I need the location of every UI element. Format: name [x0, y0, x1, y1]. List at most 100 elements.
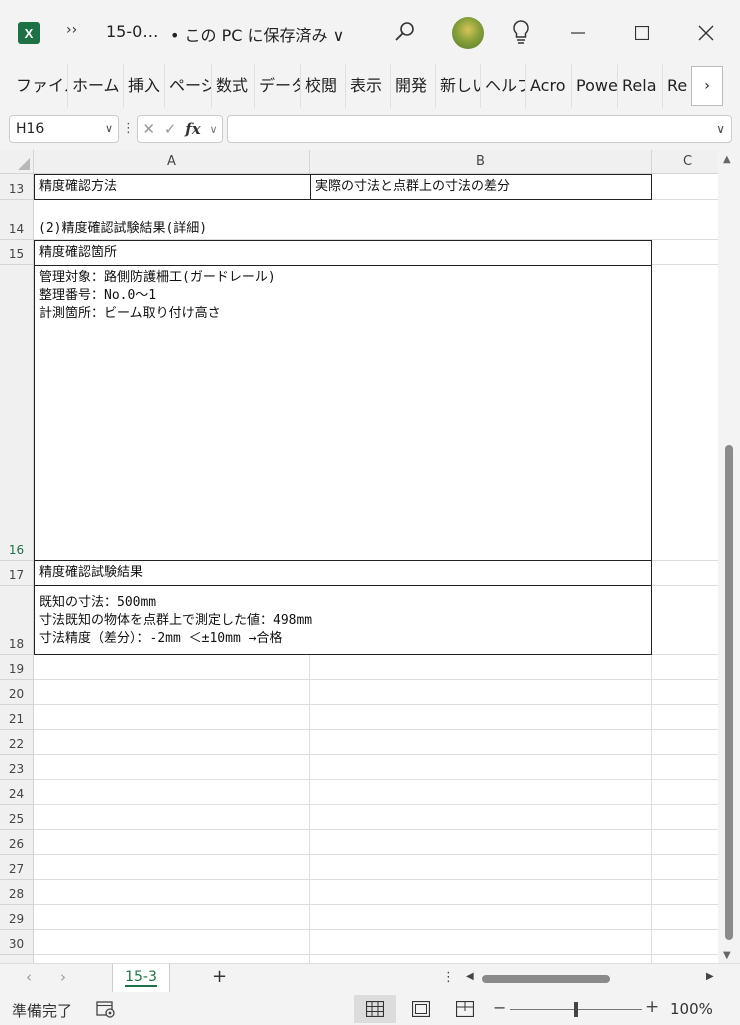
cell-b19[interactable]: [310, 655, 652, 680]
cell-a16[interactable]: 管理対象：路側防護柵工(ガードレール) 整理番号：No.0～1 計測箇所：ビーム…: [34, 265, 652, 561]
tab-formulas[interactable]: 数式: [212, 64, 255, 108]
cancel-icon[interactable]: ✕: [142, 120, 155, 138]
tab-rela[interactable]: Rela: [618, 64, 663, 108]
horizontal-scroll-thumb[interactable]: [482, 975, 610, 983]
cell-b26[interactable]: [310, 830, 652, 855]
cell-a15[interactable]: 精度確認箇所: [34, 240, 652, 266]
ribbon-more-button[interactable]: ›: [691, 66, 723, 106]
column-header-c[interactable]: C: [652, 150, 718, 174]
tab-re[interactable]: Re: [663, 64, 687, 108]
name-box[interactable]: H16 ∨: [9, 115, 119, 143]
cell-a20[interactable]: [34, 680, 310, 705]
confirm-icon[interactable]: ✓: [164, 120, 177, 138]
cell-c-partial[interactable]: [652, 955, 718, 963]
cell-a28[interactable]: [34, 880, 310, 905]
cell-a21[interactable]: [34, 705, 310, 730]
cell-c29[interactable]: [652, 905, 718, 930]
cell-b27[interactable]: [310, 855, 652, 880]
row-header-18[interactable]: 18: [0, 586, 34, 655]
close-icon[interactable]: [690, 18, 722, 48]
minimize-icon[interactable]: [562, 18, 594, 48]
tab-view[interactable]: 表示: [346, 64, 391, 108]
row-header-15[interactable]: 15: [0, 240, 34, 265]
zoom-in-button[interactable]: +: [645, 997, 659, 1017]
scroll-right-icon[interactable]: ▶: [706, 971, 714, 982]
scroll-left-icon[interactable]: ◀: [466, 971, 474, 982]
cell-c23[interactable]: [652, 755, 718, 780]
file-name[interactable]: 15-0…: [106, 22, 158, 41]
row-header-25[interactable]: 25: [0, 805, 34, 830]
cell-b24[interactable]: [310, 780, 652, 805]
cell-b21[interactable]: [310, 705, 652, 730]
expand-formula-icon[interactable]: ∨: [716, 116, 725, 142]
cell-a-partial[interactable]: [34, 955, 310, 963]
tab-power[interactable]: Powe: [572, 64, 618, 108]
tab-page-layout[interactable]: ページ: [165, 64, 212, 108]
page-layout-view-icon[interactable]: [400, 995, 442, 1023]
tab-file[interactable]: ファイル: [0, 64, 68, 108]
row-header-16[interactable]: 16: [0, 265, 34, 561]
row-header-21[interactable]: 21: [0, 705, 34, 730]
cell-c15[interactable]: [652, 240, 718, 265]
tab-data[interactable]: データ: [255, 64, 301, 108]
cell-c14[interactable]: [652, 200, 718, 240]
cell-a18[interactable]: 既知の寸法：500mm 寸法既知の物体を点群上で測定した値：498mm 寸法精度…: [34, 585, 652, 655]
cell-c20[interactable]: [652, 680, 718, 705]
cell-c18[interactable]: [652, 586, 718, 655]
tab-acrobat[interactable]: Acro: [526, 64, 572, 108]
column-header-b[interactable]: B: [310, 150, 652, 174]
tab-new[interactable]: 新しい: [436, 64, 481, 108]
cell-b22[interactable]: [310, 730, 652, 755]
row-header-17[interactable]: 17: [0, 561, 34, 586]
cell-a26[interactable]: [34, 830, 310, 855]
vertical-scroll-thumb[interactable]: [725, 445, 733, 940]
tab-home[interactable]: ホーム: [68, 64, 124, 108]
cell-b29[interactable]: [310, 905, 652, 930]
accessibility-check-icon[interactable]: [96, 1000, 116, 1018]
user-avatar[interactable]: [452, 17, 484, 49]
zoom-slider-thumb[interactable]: [574, 1002, 578, 1017]
save-status[interactable]: • この PC に保存済み ∨: [170, 22, 344, 46]
cell-b30[interactable]: [310, 930, 652, 955]
row-header-24[interactable]: 24: [0, 780, 34, 805]
tab-help[interactable]: ヘルプ: [481, 64, 526, 108]
chevron-down-icon[interactable]: ∨: [105, 116, 113, 142]
cell-c24[interactable]: [652, 780, 718, 805]
lightbulb-icon[interactable]: [508, 17, 534, 47]
cell-b25[interactable]: [310, 805, 652, 830]
add-sheet-button[interactable]: +: [212, 966, 227, 987]
worksheet-grid[interactable]: A B C 13 精度確認方法 実際の寸法と点群上の寸法の差分 14 (2)精度…: [0, 150, 718, 963]
cell-c25[interactable]: [652, 805, 718, 830]
cell-a19[interactable]: [34, 655, 310, 680]
normal-view-icon[interactable]: [354, 995, 396, 1023]
cell-b28[interactable]: [310, 880, 652, 905]
cell-c19[interactable]: [652, 655, 718, 680]
row-header-14[interactable]: 14: [0, 200, 34, 240]
row-header-13[interactable]: 13: [0, 174, 34, 200]
cell-a22[interactable]: [34, 730, 310, 755]
cell-c21[interactable]: [652, 705, 718, 730]
page-break-view-icon[interactable]: [444, 995, 486, 1023]
cell-b20[interactable]: [310, 680, 652, 705]
row-header-19[interactable]: 19: [0, 655, 34, 680]
formula-input[interactable]: ∨: [227, 115, 732, 143]
tab-review[interactable]: 校閲: [301, 64, 346, 108]
row-header-30[interactable]: 30: [0, 930, 34, 955]
cell-a13[interactable]: 精度確認方法: [34, 174, 311, 200]
chevron-down-icon[interactable]: ∨: [210, 123, 218, 136]
next-sheet-icon[interactable]: ›: [60, 968, 66, 986]
cell-a23[interactable]: [34, 755, 310, 780]
row-header-partial[interactable]: [0, 955, 34, 963]
cell-c13[interactable]: [652, 174, 718, 200]
row-header-26[interactable]: 26: [0, 830, 34, 855]
row-header-22[interactable]: 22: [0, 730, 34, 755]
cell-a27[interactable]: [34, 855, 310, 880]
row-header-23[interactable]: 23: [0, 755, 34, 780]
cell-c30[interactable]: [652, 930, 718, 955]
previous-sheet-icon[interactable]: ‹: [26, 968, 32, 986]
tab-developer[interactable]: 開発: [391, 64, 436, 108]
cell-b13[interactable]: 実際の寸法と点群上の寸法の差分: [310, 174, 652, 200]
column-header-a[interactable]: A: [34, 150, 310, 174]
row-header-28[interactable]: 28: [0, 880, 34, 905]
cell-a29[interactable]: [34, 905, 310, 930]
